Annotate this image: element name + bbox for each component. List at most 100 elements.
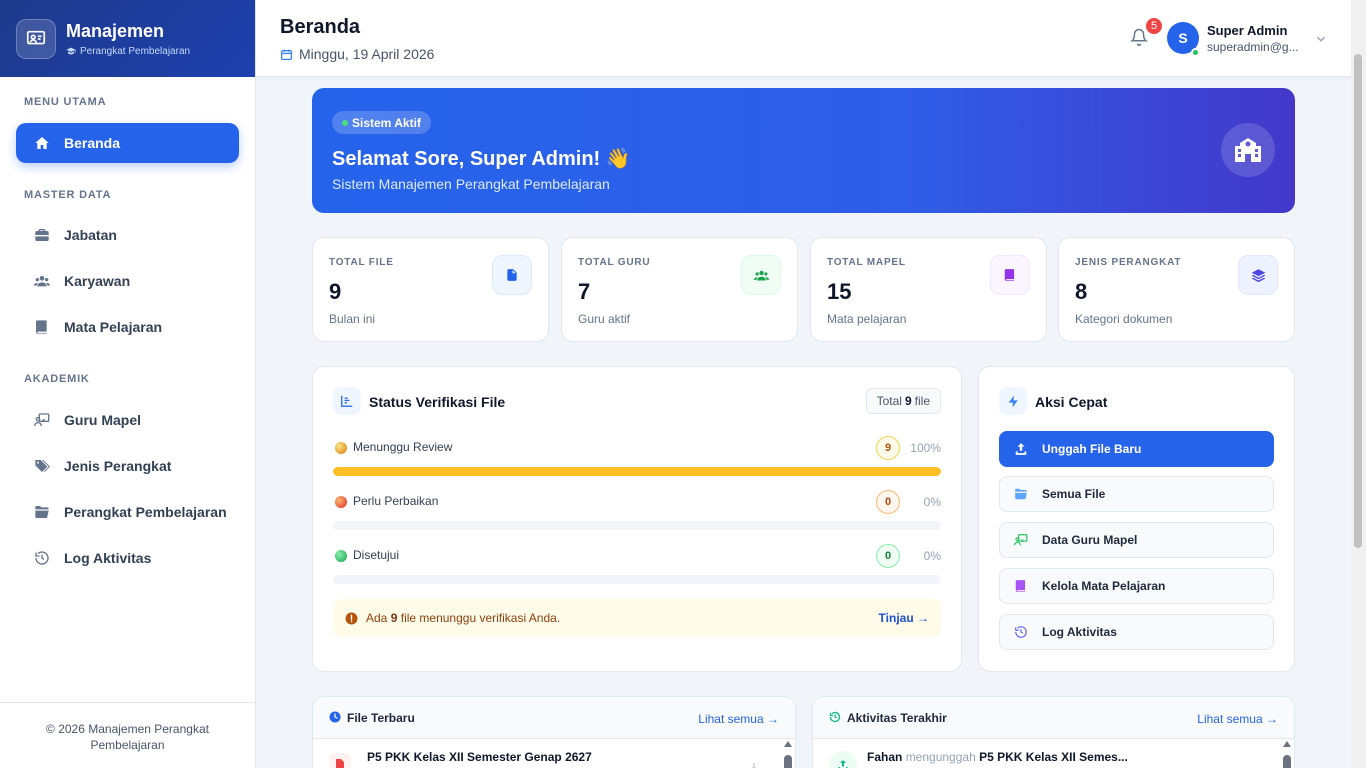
status-progress-bar [333, 467, 941, 476]
users-icon [741, 255, 781, 295]
stat-label: TOTAL FILE [329, 257, 394, 268]
book-icon [990, 255, 1030, 295]
stat-note: Mata pelajaran [827, 312, 907, 326]
sidebar-item-beranda[interactable]: Beranda [16, 123, 239, 163]
stat-label: JENIS PERANGKAT [1075, 257, 1182, 268]
online-status-dot [1191, 48, 1200, 57]
upload-icon [1015, 443, 1027, 455]
recent-files-see-all-link[interactable]: Lihat semua → [698, 712, 779, 726]
page-scrollbar[interactable] [1351, 0, 1366, 768]
all-files-button[interactable]: Semua File [999, 476, 1274, 512]
graduation-cap-icon [66, 47, 76, 55]
page-date-text: Minggu, 19 April 2026 [299, 46, 435, 62]
recent-files-card: File Terbaru Lihat semua → P5 PKK Kelas … [312, 696, 796, 768]
warning-circle-icon [345, 612, 358, 624]
brand-subtitle-text: Perangkat Pembelajaran [80, 45, 191, 57]
chart-bar-icon [333, 387, 361, 415]
pending-review-alert: Ada 9 file menunggu verifikasi Anda. Tin… [333, 599, 941, 637]
users-icon [34, 276, 50, 287]
stat-card-total-mapel: TOTAL MAPEL 15 Mata pelajaran [810, 237, 1047, 342]
teacher-icon [34, 413, 50, 427]
layers-icon [1238, 255, 1278, 295]
nav-section-main: MENU UTAMA [24, 96, 107, 108]
clock-icon [329, 711, 341, 723]
review-link[interactable]: Tinjau → [879, 611, 929, 625]
button-label: Kelola Mata Pelajaran [1042, 579, 1166, 593]
stat-label: TOTAL GURU [578, 257, 651, 268]
briefcase-icon [35, 229, 49, 241]
history-icon [35, 551, 49, 565]
alert-count: 9 [390, 611, 398, 625]
sidebar-item-mata-pelajaran[interactable]: Mata Pelajaran [16, 307, 239, 347]
button-label: Log Aktivitas [1042, 625, 1117, 639]
sidebar-item-karyawan[interactable]: Karyawan [16, 261, 239, 301]
sidebar: Manajemen Perangkat Pembelajaran MENU UT… [0, 0, 256, 768]
alert-suffix: file menunggu verifikasi Anda. [400, 611, 561, 625]
stat-value: 8 [1075, 279, 1088, 304]
alert-text: Ada 9 file menunggu verifikasi Anda. [366, 611, 560, 625]
brand[interactable]: Manajemen Perangkat Pembelajaran [0, 0, 255, 77]
lightning-icon [999, 387, 1027, 415]
total-file-chip: Total 9 file [865, 388, 941, 414]
activity-action: mengunggah [905, 750, 976, 764]
activity-target: P5 PKK Kelas XII Semes... [979, 750, 1128, 764]
recent-files-header: File Terbaru Lihat semua → [313, 697, 795, 739]
welcome-banner: Sistem Aktif Selamat Sore, Super Admin! … [312, 88, 1295, 213]
teacher-data-button[interactable]: Data Guru Mapel [999, 522, 1274, 558]
recent-files-title: File Terbaru [347, 711, 415, 725]
pdf-file-icon [329, 753, 351, 768]
stat-value: 7 [578, 279, 591, 304]
sidebar-item-perangkat-pembelajaran[interactable]: Perangkat Pembelajaran [16, 492, 239, 532]
status-dot [335, 442, 347, 454]
brand-logo-icon [16, 18, 56, 59]
folder-open-icon [1015, 488, 1027, 500]
sidebar-item-jabatan[interactable]: Jabatan [16, 215, 239, 255]
total-value: 9 [904, 394, 912, 408]
sidebar-item-label: Guru Mapel [64, 412, 142, 428]
welcome-greeting: Selamat Sore, Super Admin! 👋 [332, 148, 631, 170]
status-percent: 0% [923, 549, 941, 563]
recent-files-scrollbar[interactable] [783, 741, 793, 768]
nav-section-master: MASTER DATA [24, 189, 112, 201]
stat-label: TOTAL MAPEL [827, 257, 906, 268]
stat-note: Kategori dokumen [1075, 312, 1173, 326]
user-name[interactable]: Super Admin [1207, 23, 1287, 38]
chevron-down-icon[interactable] [1314, 32, 1328, 51]
status-progress-bar [333, 575, 941, 584]
download-icon[interactable] [749, 759, 759, 768]
activity-text: Fahan mengunggah P5 PKK Kelas XII Semes.… [867, 750, 1128, 764]
brand-title: Manajemen [66, 20, 165, 41]
book-icon [36, 320, 47, 334]
stat-value: 9 [329, 279, 342, 304]
recent-file-name[interactable]: P5 PKK Kelas XII Semester Genap 2627 [367, 750, 592, 764]
activity-log-button[interactable]: Log Aktivitas [999, 614, 1274, 650]
sidebar-footer: © 2026 Manajemen Perangkat Pembelajaran [0, 702, 255, 768]
book-icon [1015, 580, 1026, 592]
total-suffix: file [914, 394, 930, 408]
status-label: Perlu Perbaikan [353, 494, 439, 508]
system-status-badge: Sistem Aktif [332, 111, 431, 134]
home-icon [35, 137, 49, 149]
sidebar-item-label: Mata Pelajaran [64, 319, 163, 335]
page-title: Beranda [280, 16, 361, 38]
status-label: Disetujui [353, 548, 400, 562]
sidebar-item-label: Log Aktivitas [64, 550, 152, 566]
upload-file-button[interactable]: Unggah File Baru [999, 431, 1274, 467]
recent-activity-scrollbar[interactable] [1282, 741, 1292, 768]
user-email[interactable]: superadmin@g... [1207, 40, 1301, 54]
sidebar-item-jenis-perangkat[interactable]: Jenis Perangkat [16, 446, 239, 486]
button-label: Unggah File Baru [1042, 442, 1142, 456]
manage-subjects-button[interactable]: Kelola Mata Pelajaran [999, 568, 1274, 604]
recent-activity-see-all-link[interactable]: Lihat semua → [1197, 712, 1278, 726]
sidebar-item-guru-mapel[interactable]: Guru Mapel [16, 400, 239, 440]
page-scrollbar-thumb[interactable] [1354, 54, 1362, 548]
status-progress-fill [333, 467, 941, 476]
stat-card-total-file: TOTAL FILE 9 Bulan ini [312, 237, 549, 342]
status-label: Menunggu Review [353, 440, 453, 454]
stat-value: 15 [827, 279, 852, 304]
sidebar-item-log-aktivitas[interactable]: Log Aktivitas [16, 538, 239, 578]
sidebar-item-label: Perangkat Pembelajaran [64, 504, 227, 520]
status-dot [335, 496, 347, 508]
upload-activity-icon [829, 751, 857, 768]
quick-actions-card: Aksi Cepat Unggah File Baru Semua File D… [978, 366, 1295, 672]
